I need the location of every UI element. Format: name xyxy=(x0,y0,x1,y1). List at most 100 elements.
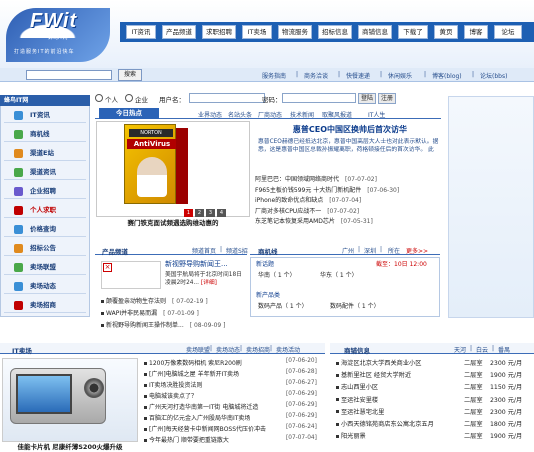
shop-link-location[interactable]: 所在 xyxy=(388,246,400,255)
list-item-title[interactable]: 新视野导购新闻王操作制单... xyxy=(106,322,184,329)
login-button[interactable]: 登陆 xyxy=(358,93,376,104)
list-item[interactable]: WAPI并非民易而漏 [ 07-01-09 ] xyxy=(101,308,199,317)
nav-item-products[interactable]: 产品频道 xyxy=(162,25,196,39)
sidebar-item[interactable]: 企业招聘 xyxy=(4,184,86,199)
list-item[interactable]: 1200万像素数码相机 索尼R200刷 xyxy=(144,358,242,367)
username-field[interactable] xyxy=(189,93,265,103)
shop-region-east[interactable]: 华东（ 1 个） xyxy=(320,270,358,279)
list-item[interactable]: 颠覆盈亲动物生存法则 [ 07-02-19 ] xyxy=(101,296,208,305)
nav-item-jobs[interactable]: 求职招聘 xyxy=(202,25,236,39)
list-item-title[interactable]: 广州天河打造华南第一IT街 电脑城将迁造 xyxy=(149,404,258,411)
list-item[interactable]: IT卖场决胜投资法则 xyxy=(144,380,202,389)
table-row[interactable]: 海淀区北京大学西关商业小区 xyxy=(336,358,421,367)
news-item[interactable]: 东芝笔记本恢复采用AMD芯片 [07-05-31] xyxy=(255,216,373,225)
subnav-link-leisure[interactable]: 休闲娱乐 xyxy=(388,71,412,80)
product-detail-link[interactable]: [详细] xyxy=(201,280,217,286)
list-item[interactable]: 电脑城该卖点了？ xyxy=(144,391,197,400)
sidebar-item[interactable]: 卖场联盟 xyxy=(4,260,86,275)
today-link-sites[interactable]: 名站头条 xyxy=(228,110,252,119)
shop-link-guangzhou[interactable]: 广州 xyxy=(342,246,354,255)
list-item[interactable]: 新视野导购新闻王操作制单... [ 08-09-09 ] xyxy=(101,320,225,329)
market-link-tianhe[interactable]: 天河 xyxy=(454,345,466,354)
list-item-title[interactable]: [广州]电脑城之屋 羊年新开IT卖场 xyxy=(149,371,239,378)
today-link-reports[interactable]: 取聚风报道 xyxy=(322,110,352,119)
list-item[interactable]: 今年最热门 顺带要把重链散大 xyxy=(144,435,229,444)
shop-region-south[interactable]: 华南（ 1 个） xyxy=(258,270,296,279)
shop-name[interactable]: 海淀区北京大学西关商业小区 xyxy=(341,360,421,367)
sidebar-item[interactable]: 卖场招商 xyxy=(4,298,86,313)
radio-company[interactable] xyxy=(125,94,133,102)
nav-item-it-news[interactable]: IT资讯 xyxy=(126,25,156,39)
list-item[interactable]: [广州]电脑城之屋 羊年新开IT卖场 xyxy=(144,369,239,378)
list-item[interactable]: 广州天河打造华南第一IT街 电脑城将迁造 xyxy=(144,402,258,411)
news-item[interactable]: iPhone的致命优点和缺点 [07-07-04] xyxy=(255,195,361,204)
slide-dot[interactable]: 2 xyxy=(195,209,204,217)
register-button[interactable]: 注册 xyxy=(378,93,396,104)
feature-headline[interactable]: 惠普CEO中国区换帅后首次访华 xyxy=(260,124,440,136)
list-item[interactable]: 百脑汇的亿元金入广州股局华南IT卖场 xyxy=(144,413,250,422)
nav-item-forum[interactable]: 论坛 xyxy=(494,25,522,39)
table-row[interactable]: 阳光丽景 xyxy=(336,431,366,440)
it-link-news[interactable]: 卖场动态 xyxy=(216,345,240,354)
nav-item-it-market[interactable]: IT卖场 xyxy=(242,25,272,39)
sidebar-item[interactable]: 个人求职 xyxy=(4,203,86,218)
shop-name[interactable]: 志山西里小区 xyxy=(341,384,378,391)
subnav-link-bbs[interactable]: 论坛(bbs) xyxy=(480,71,507,80)
news-title[interactable]: 东芝笔记本恢复采用AMD芯片 xyxy=(255,218,335,225)
news-title[interactable]: F965主板价钱599元 十大热门新机配件 xyxy=(255,187,361,194)
shop-name[interactable]: 基新里社区 经贸大学附近 xyxy=(341,372,411,379)
subnav-link-blog[interactable]: 博客(blog) xyxy=(432,71,462,80)
list-item-title[interactable]: [广州]每天经营卡中新闻网BOSS代压价冲击 xyxy=(149,426,266,433)
today-link-industry[interactable]: 业界动态 xyxy=(198,110,222,119)
shop-cat-accessories[interactable]: 数码配件（ 1 个） xyxy=(330,301,380,310)
list-item-title[interactable]: 今年最热门 顺带要把重链散大 xyxy=(149,437,229,444)
market-link-baiyun[interactable]: 白云 xyxy=(476,345,488,354)
radio-personal[interactable] xyxy=(95,94,103,102)
shop-link-more[interactable]: 更多>> xyxy=(406,246,428,255)
news-title[interactable]: 阿里巴巴：中国领域网络商时代 xyxy=(255,176,339,183)
table-row[interactable]: 小西天德铭苑商店东公寓北京五月 xyxy=(336,419,434,428)
it-market-caption[interactable]: 佳能卡片机 尼康纤薄S200火爆升级 xyxy=(2,441,138,451)
today-link-it-life[interactable]: IT人生 xyxy=(368,110,385,119)
nav-item-yellow-pages[interactable]: 黄页 xyxy=(434,25,458,39)
shop-name[interactable]: 小西天德铭苑商店东公寓北京五月 xyxy=(341,421,434,428)
news-title[interactable]: iPhone的致命优点和缺点 xyxy=(255,197,323,204)
shop-link-shenzhen[interactable]: 深圳 xyxy=(364,246,376,255)
it-link-events[interactable]: 卖场活动 xyxy=(276,345,300,354)
subnav-link-express[interactable]: 快餐速递 xyxy=(346,71,370,80)
news-item[interactable]: 阿里巴巴：中国领域网络商时代 [07-07-02] xyxy=(255,174,377,183)
list-item-title[interactable]: 电脑城该卖点了？ xyxy=(149,393,197,400)
today-feature-caption[interactable]: 赛门铁克面试频遇选购维动惠的 xyxy=(96,217,250,227)
table-row[interactable]: 志山西里小区 xyxy=(336,382,378,391)
nav-item-logistics[interactable]: 物流服务 xyxy=(278,25,312,39)
subnav-link-guide[interactable]: 服务指南 xyxy=(262,71,286,80)
sidebar-item[interactable]: 招标公告 xyxy=(4,241,86,256)
it-link-recruit[interactable]: 卖场招商 xyxy=(246,345,270,354)
today-link-vendors[interactable]: 厂商动态 xyxy=(258,110,282,119)
slide-dot[interactable]: 4 xyxy=(217,209,226,217)
list-item[interactable]: [广州]每天经营卡中新闻网BOSS代压价冲击 xyxy=(144,424,266,433)
password-field[interactable] xyxy=(282,93,356,103)
product-link-recruit[interactable]: 频道S招 xyxy=(226,246,248,255)
list-item-title[interactable]: WAPI并非民易而漏 xyxy=(106,310,157,317)
sidebar-item[interactable]: IT资讯 xyxy=(4,108,86,123)
list-item-title[interactable]: IT卖场决胜投资法则 xyxy=(149,382,202,389)
sidebar-item[interactable]: 渠道E站 xyxy=(4,146,86,161)
right-ad-column[interactable] xyxy=(448,96,534,318)
list-item-title[interactable]: 百脑汇的亿元金入广州股局华南IT卖场 xyxy=(149,415,250,422)
market-link-panyu[interactable]: 番禺 xyxy=(498,345,510,354)
shop-name[interactable]: 阳光丽景 xyxy=(341,433,366,440)
product-link-home[interactable]: 频道首页 xyxy=(192,246,216,255)
table-row[interactable]: 至运社安里楼 xyxy=(336,395,378,404)
search-input[interactable] xyxy=(26,70,112,80)
sidebar-item[interactable]: 卖场动态 xyxy=(4,279,86,294)
table-row[interactable]: 至运社慧宅北里 xyxy=(336,407,384,416)
list-item-title[interactable]: 颠覆盈亲动物生存法则 xyxy=(106,298,166,305)
shop-cat-digital[interactable]: 数码产品（ 1 个） xyxy=(258,301,308,310)
news-item[interactable]: F965主板价钱599元 十大热门新机配件 [07-06-30] xyxy=(255,185,399,194)
tab-today-hot[interactable]: 今日热点 xyxy=(99,108,159,119)
list-item-title[interactable]: 1200万像素数码相机 索尼R200刷 xyxy=(149,360,242,367)
subnav-link-business[interactable]: 商务洽谈 xyxy=(304,71,328,80)
sidebar-item[interactable]: 价格查询 xyxy=(4,222,86,237)
nav-item-download[interactable]: 下载了 xyxy=(398,25,428,39)
